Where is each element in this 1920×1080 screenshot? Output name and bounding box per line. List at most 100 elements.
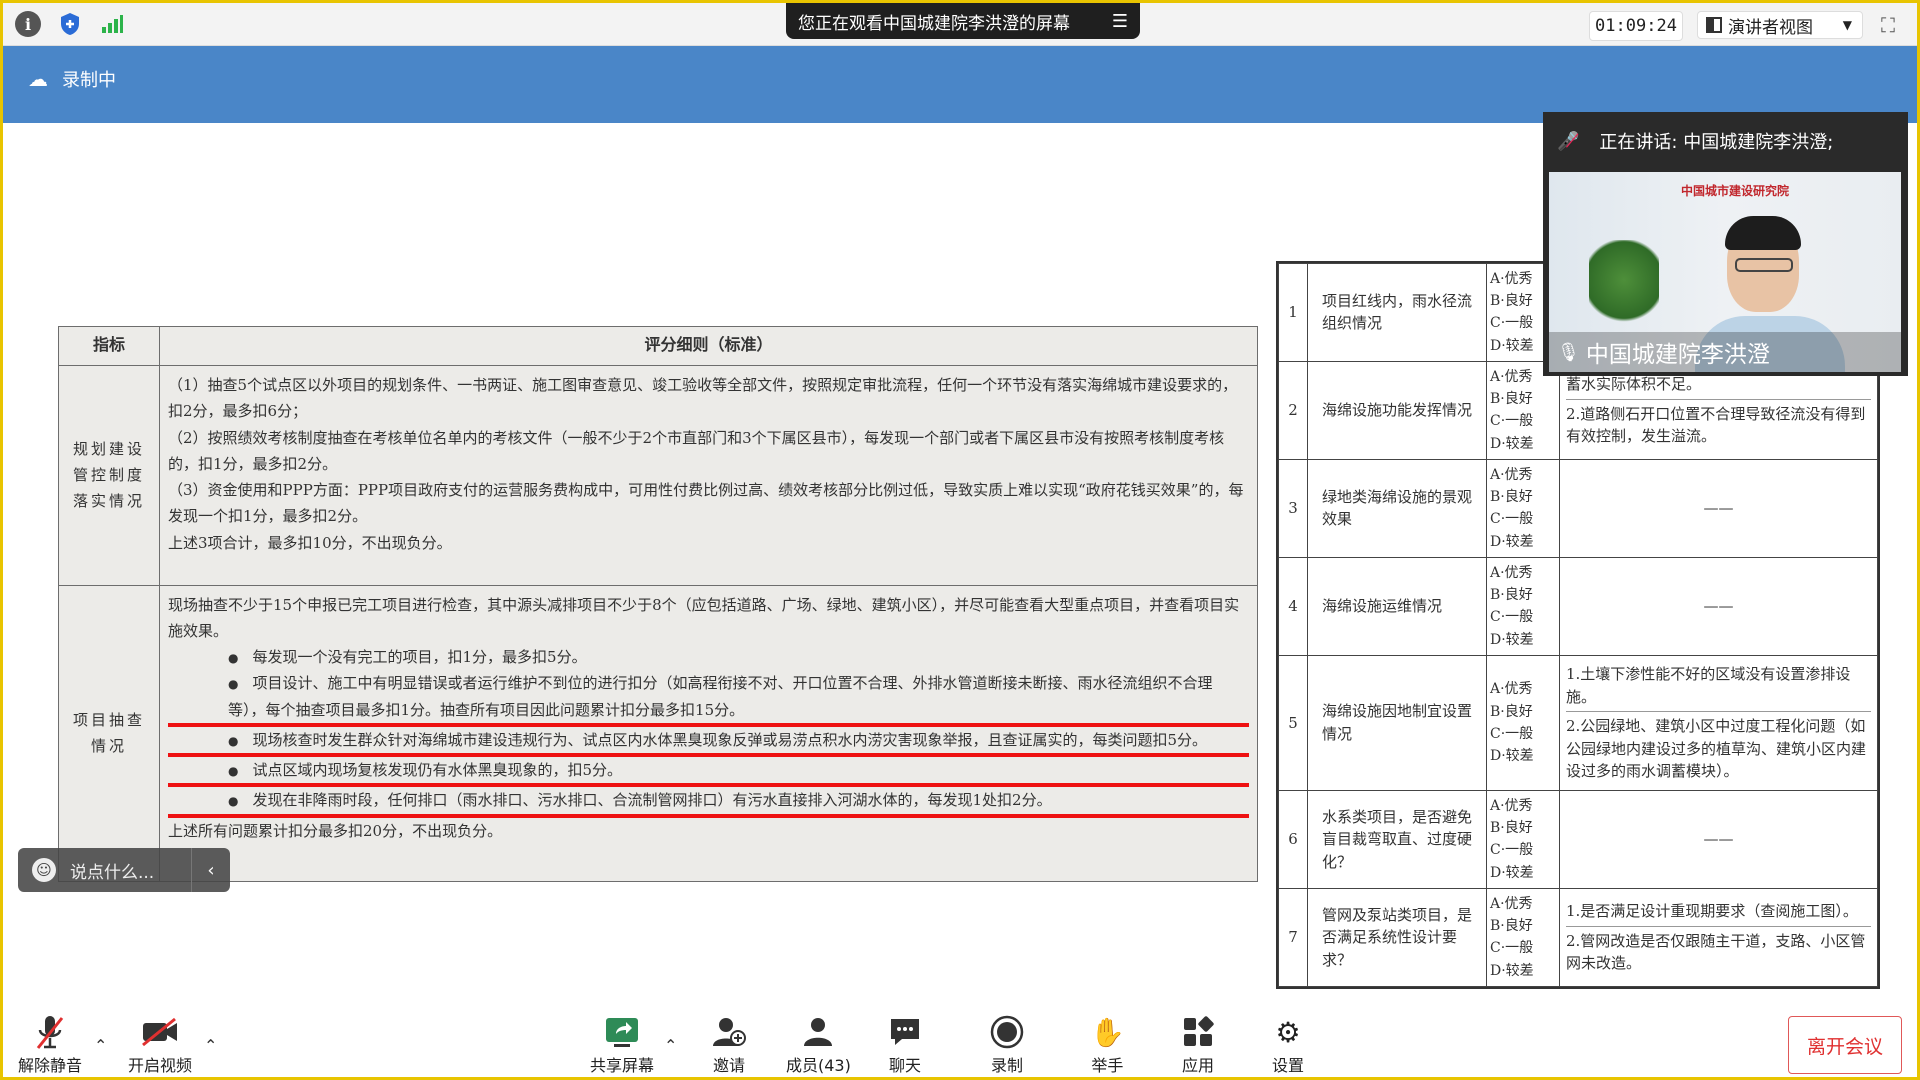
mic-icon: 🎙 — [1557, 341, 1580, 363]
chat-input[interactable]: ☺ 说点什么... ‹ — [18, 848, 230, 892]
grade-cell: A·优秀 B·良好 C·一般 D·较差 — [1486, 887, 1560, 988]
category-cell: 项目抽查情况 — [58, 584, 160, 882]
signal-strength-icon[interactable] — [99, 11, 125, 37]
grade-option: C·一般 — [1490, 725, 1534, 742]
start-video-button[interactable]: 开启视频 — [128, 1014, 192, 1076]
grade-option: D·较差 — [1490, 631, 1534, 648]
grade-option: C·一般 — [1490, 842, 1534, 859]
viewing-screen-banner[interactable]: 您正在观看中国城建院李洪澄的屏幕 ☰ — [786, 3, 1140, 39]
row-item: 绿地类海绵设施的景观效果 — [1307, 458, 1487, 558]
row-number: 4 — [1278, 556, 1308, 656]
info-icon[interactable]: i — [15, 11, 41, 37]
table-row: 5 海绵设施因地制宜设置情况 A·优秀 B·良好 C·一般 D·较差 1.土壤下渗性能… — [1278, 654, 1878, 792]
detail-line: 1.土壤下渗性能不好的区域没有设置渗排设施。 — [1566, 660, 1871, 713]
chevron-down-icon: ▼ — [1842, 18, 1852, 32]
row-number: 1 — [1278, 263, 1308, 362]
criteria-footer: 上述所有问题累计扣分最多扣20分，不出现负分。 — [168, 821, 503, 840]
chat-label: 聊天 — [888, 1056, 921, 1075]
hand-icon: ✋ — [1090, 1015, 1125, 1049]
settings-button[interactable]: ⚙ 设置 — [1272, 1014, 1304, 1076]
view-mode-label: 演讲者视图 — [1728, 17, 1813, 38]
grade-option: C·一般 — [1490, 511, 1534, 528]
share-screen-icon — [604, 1014, 640, 1050]
detail-cell: 1.是否满足设计重现期要求（查阅施工图）。 2.管网改造是否仅跟随主干道，支路、小… — [1559, 887, 1878, 988]
criteria-cell: 现场抽查不少于15个申报已完工项目进行检查，其中源头减排项目不少于8个（应包括道… — [159, 584, 1258, 882]
record-label: 录制 — [990, 1056, 1023, 1075]
table-row: 2 海绵设施功能发挥情况 A·优秀 B·良好 C·一般 D·较差 蓄水实际体积不足。 2… — [1278, 360, 1878, 460]
record-button[interactable]: 录制 — [990, 1014, 1024, 1076]
add-user-icon — [712, 1014, 746, 1050]
detail-line: 2.公园绿地、建筑小区中过度工程化问题（如公园绿地内建设过多的植草沟、建筑小区内… — [1566, 717, 1867, 781]
grade-option: A·优秀 — [1490, 895, 1533, 912]
chevron-up-icon[interactable]: ⌃ — [204, 1036, 217, 1055]
chevron-up-icon[interactable]: ⌃ — [664, 1036, 677, 1055]
detail-cell: 1.土壤下渗性能不好的区域没有设置渗排设施。 2.公园绿地、建筑小区中过度工程化问… — [1559, 654, 1878, 792]
chevron-up-icon[interactable]: ⌃ — [94, 1036, 107, 1055]
emoji-icon[interactable]: ☺ — [32, 858, 56, 882]
table-row: 4 海绵设施运维情况 A·优秀 B·良好 C·一般 D·较差 —— — [1278, 556, 1878, 656]
grade-cell: A·优秀 B·良好 C·一般 D·较差 — [1486, 360, 1560, 460]
grade-option: B·良好 — [1490, 703, 1533, 720]
collapse-icon[interactable]: ‹ — [191, 848, 230, 892]
detail-cell: 蓄水实际体积不足。 2.道路侧石开口位置不合理导致径流没有得到有效控制，发生溢流。 — [1559, 360, 1878, 460]
detail-cell: —— — [1559, 790, 1878, 889]
grade-option: C·一般 — [1490, 609, 1534, 626]
grade-option: C·一般 — [1490, 413, 1534, 430]
unmute-label: 解除静音 — [18, 1056, 83, 1075]
criteria-bullet-underlined: 现场核查时发生群众针对海绵城市建设违规行为、试点区内水体黑臭现象反弹或易涝点积水… — [168, 727, 1249, 758]
grade-option: A·优秀 — [1490, 466, 1533, 483]
grade-option: D·较差 — [1490, 748, 1534, 765]
criteria-line: （3）资金使用和PPP方面：PPP项目政府支付的运营服务费构成中，可用性付费比例… — [168, 481, 1244, 526]
grade-cell: A·优秀 B·良好 C·一般 D·较差 — [1486, 458, 1560, 558]
leave-meeting-button[interactable]: 离开会议 — [1788, 1016, 1902, 1074]
recording-badge[interactable]: ☁ 录制中 — [28, 66, 116, 92]
row-item: 水系类项目，是否避免盲目裁弯取直、过度硬化？ — [1307, 790, 1487, 889]
criteria-bullet-underlined: 项目设计、施工中有明显错误或者运行维护不到位的进行扣分（如高程衔接不对、开口位置… — [168, 670, 1249, 727]
row-item: 管网及泵站类项目，是否满足系统性设计要求？ — [1307, 887, 1487, 988]
menu-icon[interactable]: ☰ — [1112, 11, 1128, 32]
speaker-video-panel[interactable]: 🎤̸ 正在讲话: 中国城建院李洪澄; 中国城市建设研究院 🎙 中国城建院李洪澄 — [1543, 112, 1908, 376]
criteria-bullet-underlined: 发现在非降雨时段，任何排口（雨水排口、污水排口、合流制管网排口）有污水直接排入河… — [168, 787, 1249, 818]
plant-image — [1589, 240, 1659, 340]
members-button[interactable]: 成员(43) — [786, 1014, 851, 1076]
shield-icon[interactable] — [57, 11, 83, 37]
criteria-bullet-underlined: 试点区域内现场复核发现仍有水体黑臭现象的，扣5分。 — [168, 757, 1249, 788]
detail-cell: —— — [1559, 458, 1878, 558]
grade-option: D·较差 — [1490, 962, 1534, 979]
row-number: 3 — [1278, 458, 1308, 558]
raise-hand-button[interactable]: ✋ 举手 — [1090, 1014, 1125, 1076]
fullscreen-icon[interactable]: ⛶ — [1881, 13, 1903, 37]
invite-button[interactable]: 邀请 — [712, 1014, 746, 1076]
column-header-criteria: 评分细则（标准） — [159, 326, 1258, 366]
apps-label: 应用 — [1182, 1056, 1215, 1075]
scoring-standard-table: 指标 评分细则（标准） 规划建设管控制度落实情况 （1）抽查5个试点区以外项目的… — [58, 326, 1258, 882]
participant-name: 中国城建院李洪澄 — [1585, 342, 1770, 368]
unmute-button[interactable]: 解除静音 — [18, 1014, 82, 1076]
grade-option: B·良好 — [1490, 488, 1533, 505]
cloud-icon: ☁ — [28, 67, 48, 91]
detail-line: 1.是否满足设计重现期要求（查阅施工图）。 — [1566, 897, 1871, 927]
table-row: 6 水系类项目，是否避免盲目裁弯取直、过度硬化？ A·优秀 B·良好 C·一般 D·较… — [1278, 790, 1878, 889]
start-video-label: 开启视频 — [128, 1056, 193, 1075]
row-number: 2 — [1278, 360, 1308, 460]
apps-button[interactable]: 应用 — [1182, 1014, 1214, 1076]
apps-icon — [1182, 1014, 1214, 1050]
criteria-line: （2）按照绩效考核制度抽查在考核单位名单内的考核文件（一般不少于2个市直部门和3… — [168, 428, 1225, 473]
share-screen-label: 共享屏幕 — [590, 1056, 655, 1075]
view-mode-dropdown[interactable]: 演讲者视图 ▼ — [1697, 11, 1863, 39]
row-number: 6 — [1278, 790, 1308, 889]
detail-cell: —— — [1559, 556, 1878, 656]
share-screen-button[interactable]: 共享屏幕 — [590, 1014, 654, 1076]
column-header-indicator: 指标 — [58, 326, 160, 366]
members-icon — [800, 1014, 836, 1050]
detail-line: 2.管网改造是否仅跟随主干道，支路、小区管网未改造。 — [1566, 931, 1866, 973]
grade-option: B·良好 — [1490, 918, 1533, 935]
detail-line: 2.道路侧石开口位置不合理导致径流没有得到有效控制，发生溢流。 — [1566, 404, 1866, 446]
grade-option: D·较差 — [1490, 864, 1534, 881]
chat-icon — [888, 1014, 922, 1050]
grade-cell: A·优秀 B·良好 C·一般 D·较差 — [1486, 654, 1560, 792]
active-speaker-bar: 🎤̸ 正在讲话: 中国城建院李洪澄; — [1543, 112, 1908, 170]
chat-button[interactable]: 聊天 — [888, 1014, 922, 1076]
grade-option: A·优秀 — [1490, 564, 1533, 581]
gear-icon: ⚙ — [1275, 1015, 1301, 1049]
